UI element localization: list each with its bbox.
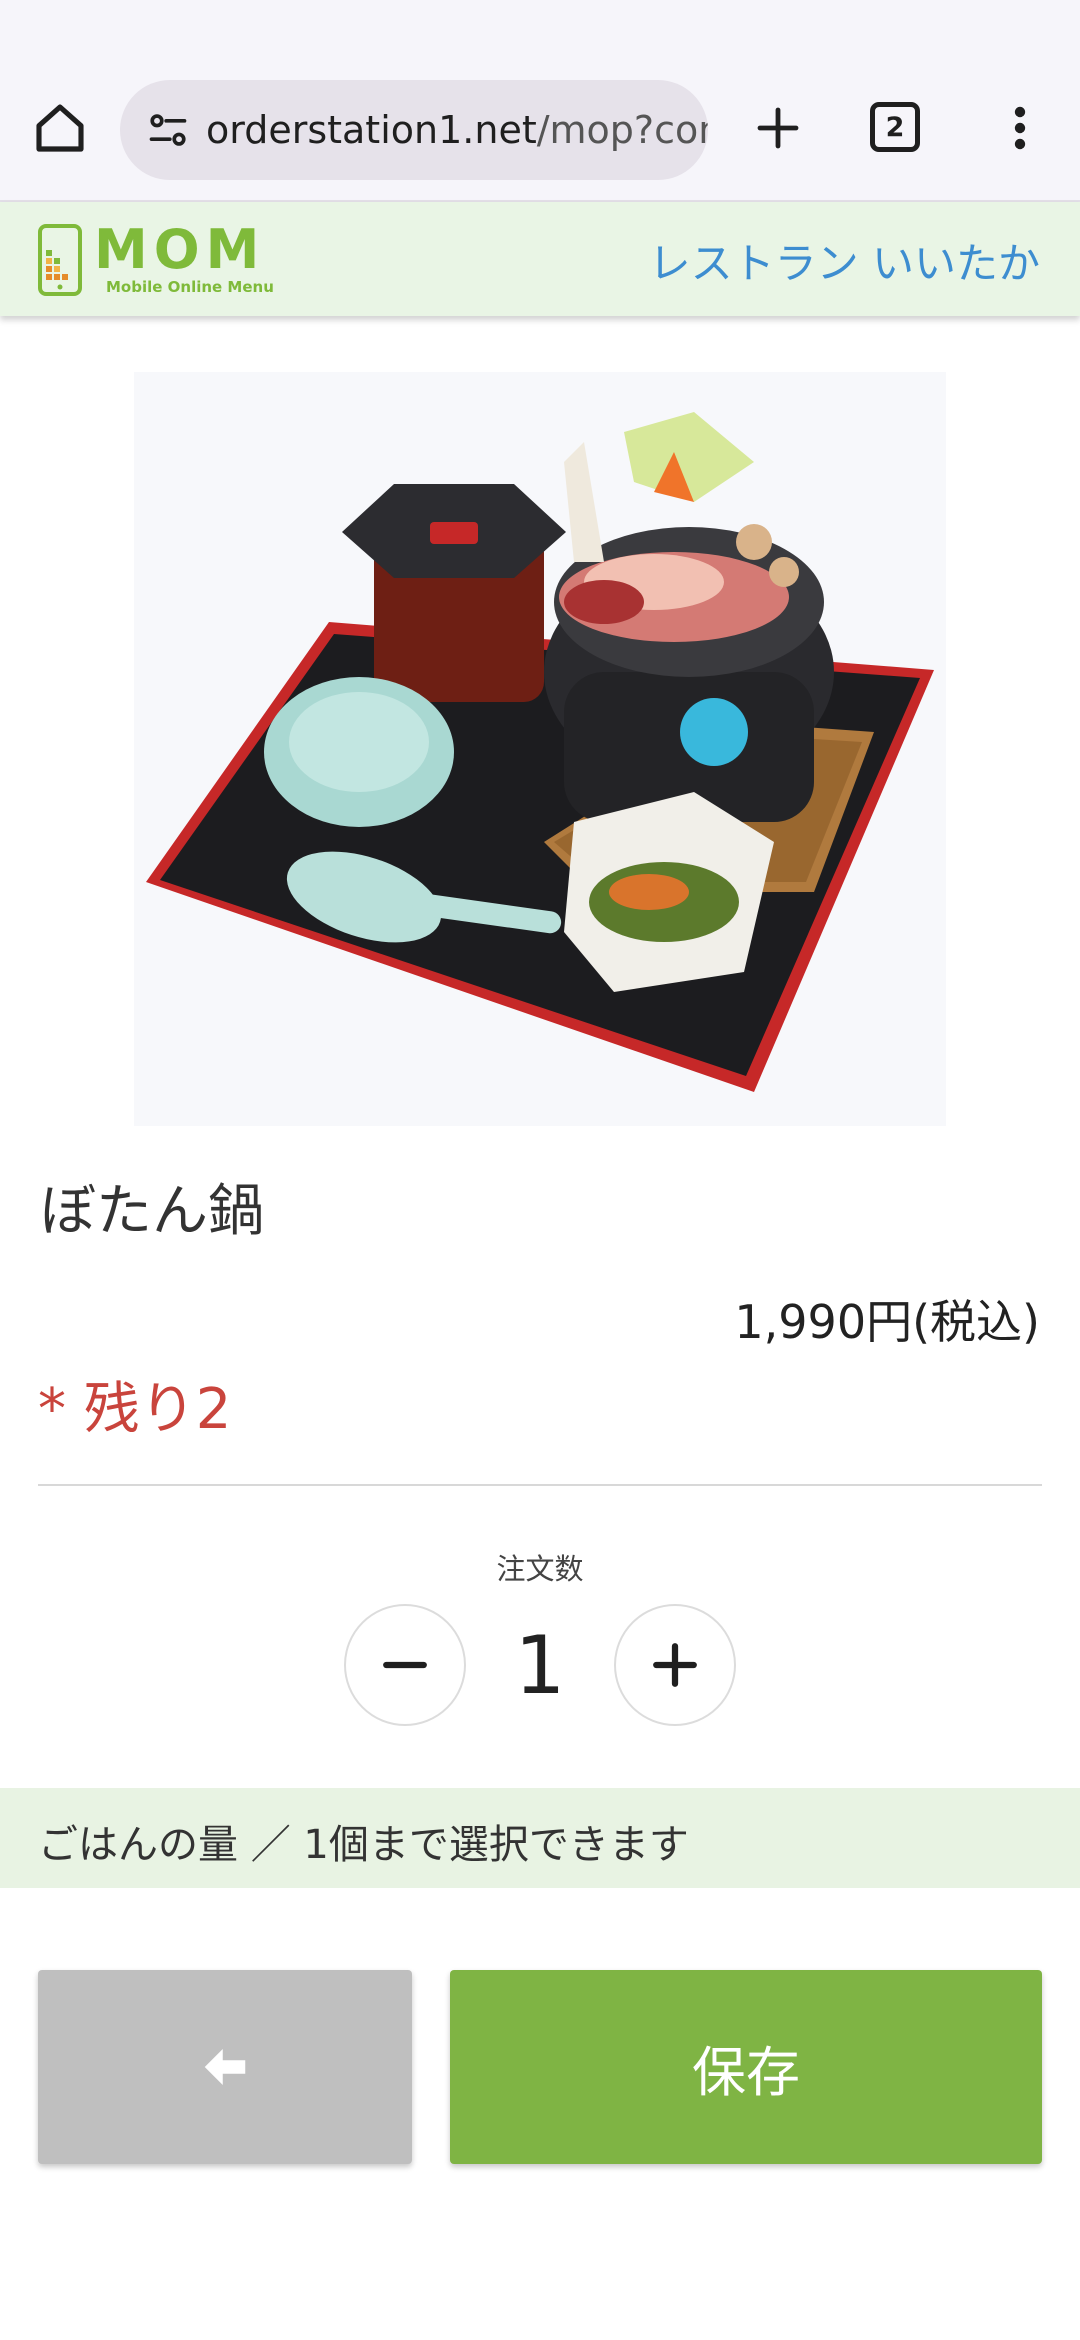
url-path: /mop?com — [536, 108, 708, 152]
tab-count: 2 — [885, 111, 905, 143]
plus-icon — [653, 1643, 697, 1687]
quantity-decrease-button[interactable] — [344, 1604, 466, 1726]
logo-tagline: Mobile Online Menu — [106, 278, 274, 296]
back-button[interactable] — [38, 1970, 412, 2164]
logo-text: MOM — [94, 218, 266, 281]
new-tab-button[interactable] — [746, 96, 810, 160]
site-settings-icon — [149, 114, 187, 146]
restaurant-name[interactable]: レストラン いいたか — [649, 230, 1040, 291]
quantity-value: 1 — [514, 1618, 566, 1712]
quantity-increase-button[interactable] — [614, 1604, 736, 1726]
home-icon — [36, 104, 84, 152]
address-bar[interactable]: orderstation1.net/mop?com — [120, 80, 708, 180]
arrow-left-icon — [204, 2049, 246, 2085]
site-settings-button[interactable] — [138, 100, 198, 160]
save-button[interactable]: 保存 — [450, 1970, 1042, 2164]
url-domain: orderstation1.net — [206, 108, 537, 152]
home-button[interactable] — [28, 96, 92, 160]
more-vert-icon — [1014, 106, 1026, 150]
tab-switcher-button[interactable]: 2 — [870, 102, 920, 152]
more-menu-button[interactable] — [990, 96, 1050, 160]
mom-logo[interactable]: MOM Mobile Online Menu — [38, 220, 278, 300]
minus-icon — [383, 1661, 427, 1669]
phone-logo-icon — [38, 224, 82, 296]
url-text: orderstation1.net/mop?com — [206, 108, 708, 152]
app-header: MOM Mobile Online Menu レストラン いいたか — [0, 202, 1080, 316]
stock-remaining: * 残り2 — [38, 1377, 232, 1442]
product-name: ぼたん鍋 — [40, 1179, 264, 1244]
product-photo — [134, 372, 946, 1126]
divider — [38, 1484, 1042, 1486]
quantity-label: 注文数 — [496, 1552, 584, 1586]
browser-toolbar: orderstation1.net/mop?com 2 — [0, 0, 1080, 202]
option-section-header: ごはんの量 ／ 1個まで選択できます — [0, 1788, 1080, 1888]
option-section-title: ごはんの量 ／ 1個まで選択できます — [38, 1822, 689, 1868]
plus-icon — [757, 107, 799, 149]
product-price: 1,990円(税込) — [734, 1295, 1040, 1349]
